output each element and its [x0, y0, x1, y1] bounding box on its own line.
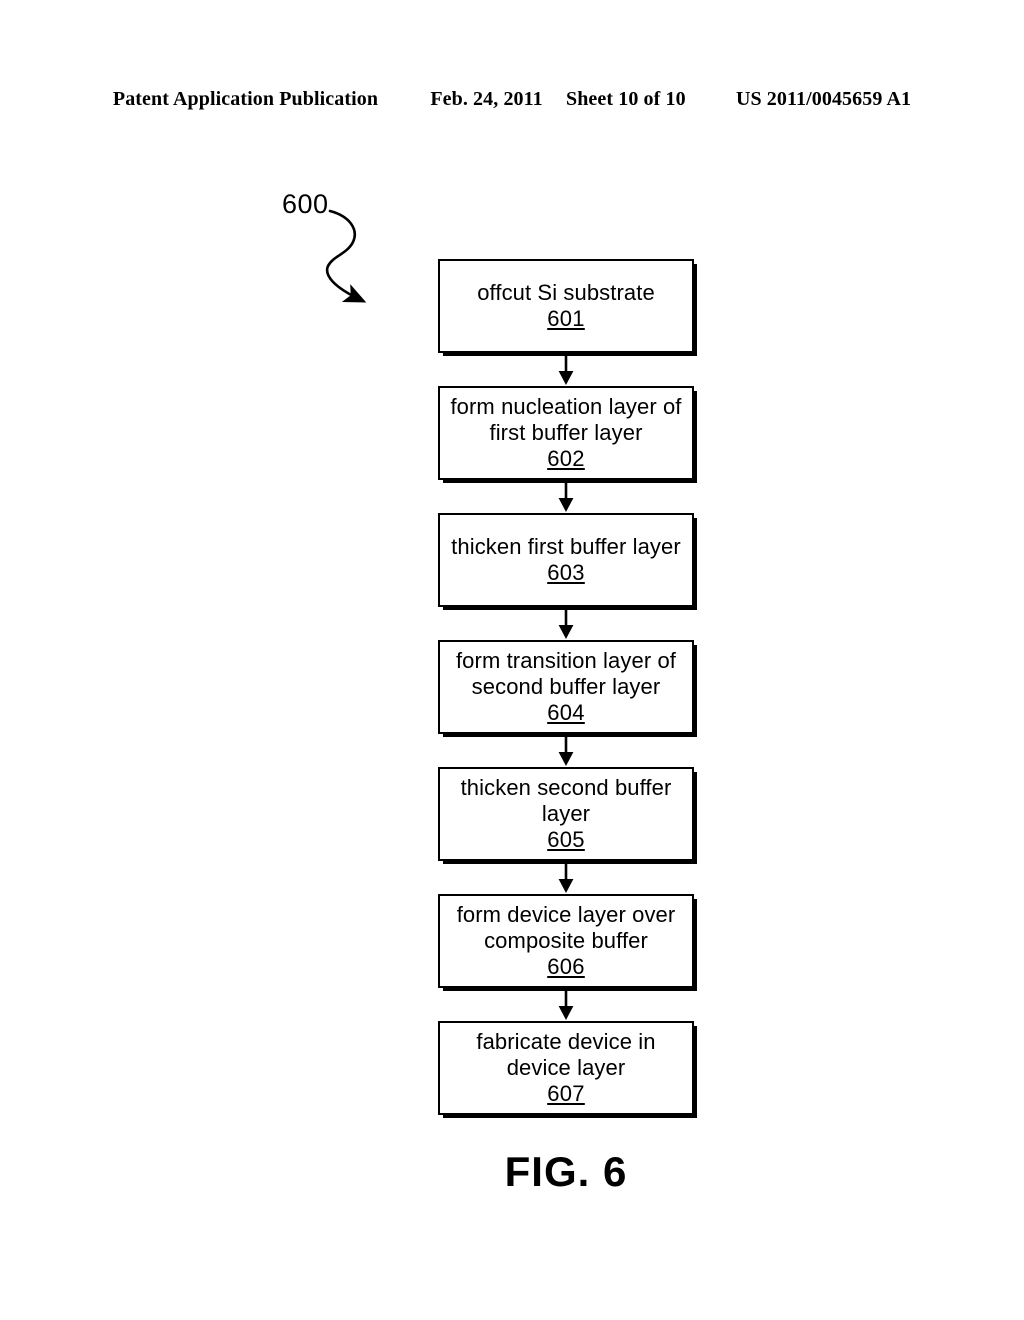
- lead-line-arrow-icon: [325, 209, 367, 303]
- process-step-number: 607: [547, 1081, 585, 1106]
- connector-arrow-605-to-606: [558, 861, 574, 893]
- process-step-number: 606: [547, 954, 585, 979]
- process-step-label: fabricate device in device layer: [476, 1029, 656, 1080]
- reference-numeral-600-group: 600: [275, 185, 395, 315]
- process-step-number: 604: [547, 700, 585, 725]
- process-step-603[interactable]: thicken first buffer layer 603: [438, 513, 694, 607]
- process-step-number: 601: [547, 306, 585, 331]
- process-step-label: form device layer over composite buffer: [456, 902, 676, 953]
- process-step-606[interactable]: form device layer over composite buffer …: [438, 894, 694, 988]
- connector-arrow-604-to-605: [558, 734, 574, 766]
- process-step-number: 602: [547, 446, 585, 471]
- process-step-605[interactable]: thicken second buffer layer 605: [438, 767, 694, 861]
- process-step-number: 605: [547, 827, 585, 852]
- connector-arrow-601-to-602: [558, 353, 574, 385]
- process-step-label: form nucleation layer of first buffer la…: [450, 394, 682, 445]
- process-step-number: 603: [547, 560, 585, 585]
- process-step-601[interactable]: offcut Si substrate 601: [438, 259, 694, 353]
- connector-arrow-602-to-603: [558, 480, 574, 512]
- connector-arrow-603-to-604: [558, 607, 574, 639]
- process-step-607[interactable]: fabricate device in device layer 607: [438, 1021, 694, 1115]
- process-step-label: thicken second buffer layer: [460, 775, 672, 826]
- process-step-label: offcut Si substrate: [477, 280, 655, 305]
- process-step-label: thicken first buffer layer: [451, 534, 681, 559]
- connector-arrow-606-to-607: [558, 988, 574, 1020]
- figure-caption: FIG. 6: [504, 1148, 628, 1195]
- process-step-602[interactable]: form nucleation layer of first buffer la…: [438, 386, 694, 480]
- process-step-604[interactable]: form transition layer of second buffer l…: [438, 640, 694, 734]
- process-step-label: form transition layer of second buffer l…: [455, 648, 677, 699]
- flowchart-diagram: 600 offcut Si substrate 601 form nucleat…: [0, 0, 1024, 1320]
